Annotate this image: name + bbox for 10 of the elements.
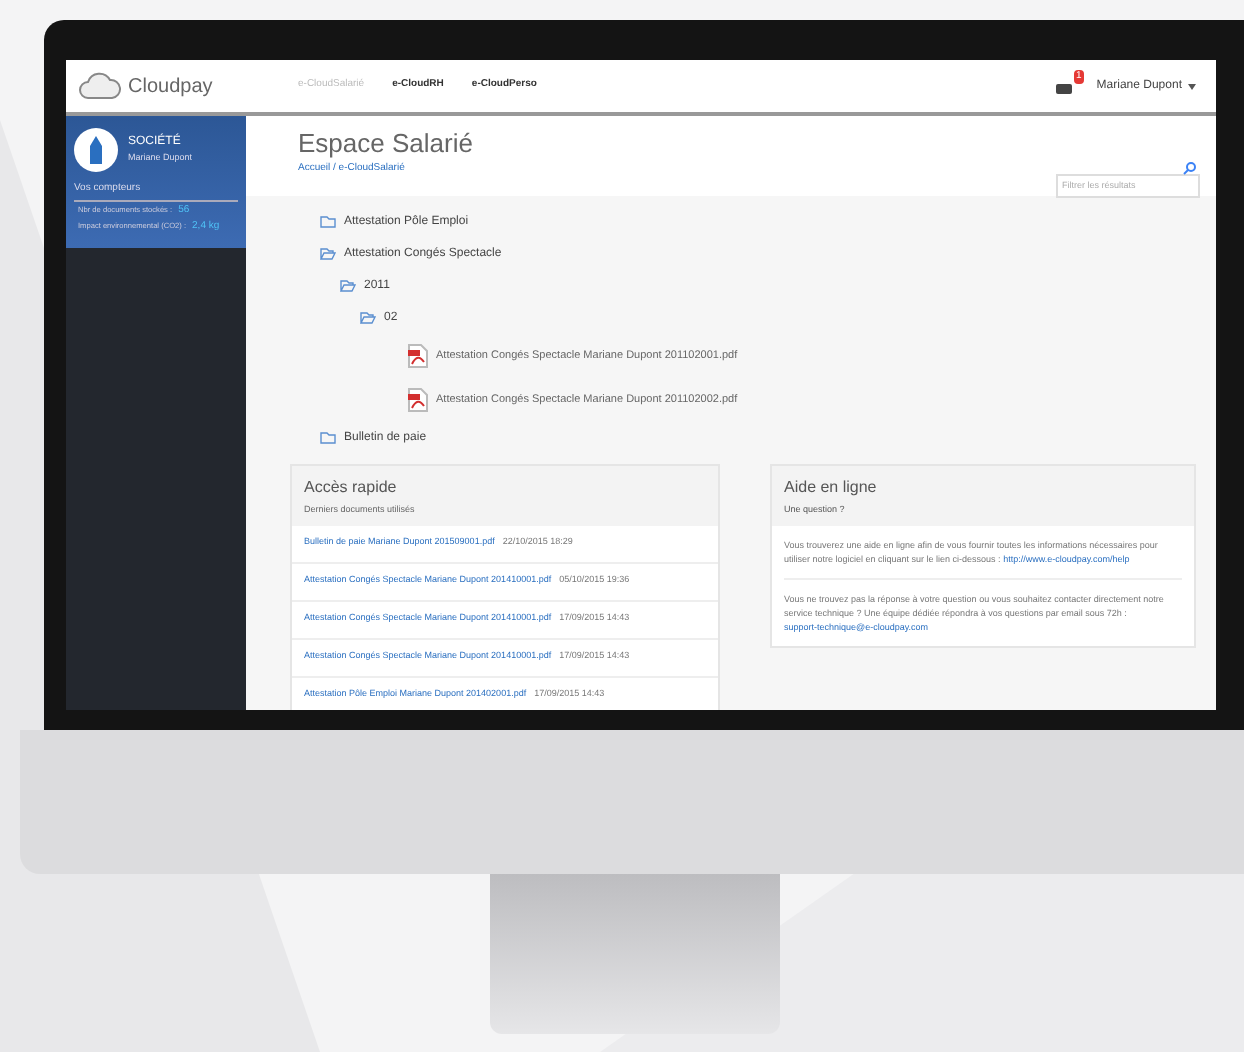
search-icon [1182,161,1196,175]
caret-icon [1188,83,1196,89]
panel-title: Aide en ligne [784,476,879,500]
building-logo-icon [74,128,118,172]
logo-text: Cloudpay [128,73,213,101]
cloud-logo-icon [78,72,122,100]
panel-title: Accès rapide [304,476,399,500]
pdf-file-icon [408,344,428,368]
pdf-file-icon [408,388,428,412]
page-title: Espace Salarié [298,130,473,156]
